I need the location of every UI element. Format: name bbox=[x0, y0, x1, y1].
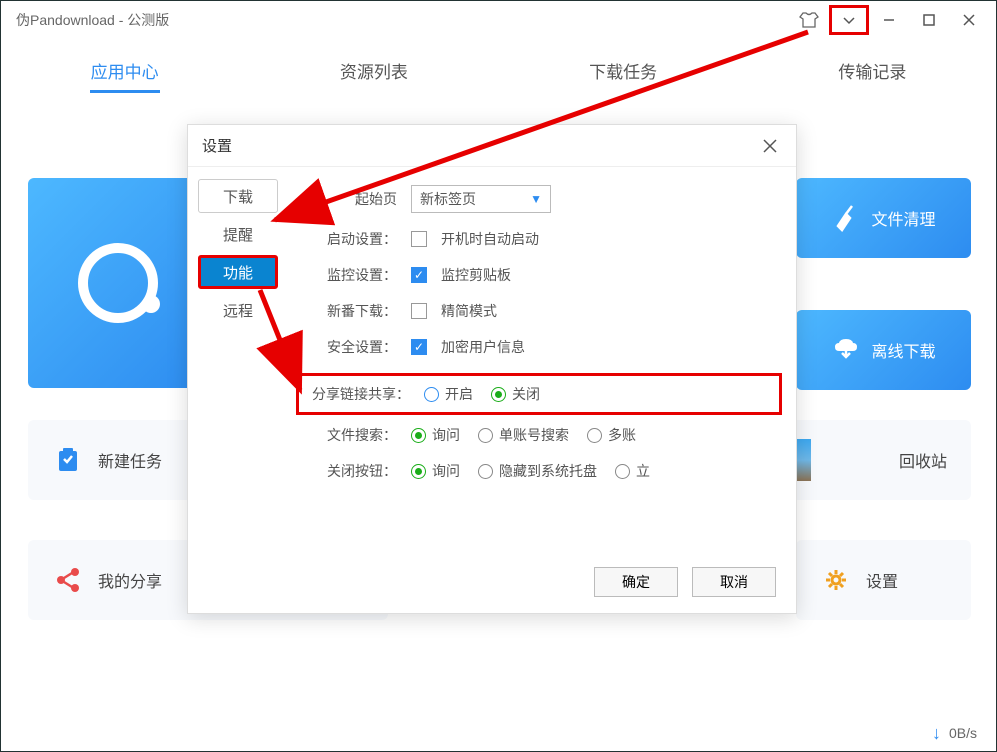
my-share-label: 我的分享 bbox=[98, 568, 162, 592]
close-tray-radio[interactable] bbox=[478, 464, 493, 479]
ok-button[interactable]: 确定 bbox=[594, 567, 678, 597]
main-tabs: 应用中心 资源列表 下载任务 传输记录 bbox=[0, 40, 997, 93]
dropdown-icon[interactable] bbox=[829, 5, 869, 35]
skin-icon[interactable] bbox=[789, 5, 829, 35]
start-page-label: 起始页 bbox=[302, 189, 397, 209]
dialog-tab-reminder[interactable]: 提醒 bbox=[198, 217, 278, 251]
settings-dialog: 设置 下载 提醒 功能 远程 起始页 新标签页 ▼ 启动设置： 开机时自动启 bbox=[187, 124, 797, 614]
newfan-label: 新番下载： bbox=[302, 301, 397, 321]
statusbar: ↓ 0B/s bbox=[0, 714, 997, 752]
file-search-single-label: 单账号搜索 bbox=[499, 425, 569, 445]
gear-icon bbox=[820, 564, 852, 596]
search-card[interactable] bbox=[28, 178, 208, 388]
tab-app-center[interactable]: 应用中心 bbox=[0, 48, 249, 93]
download-speed-icon: ↓ bbox=[932, 723, 941, 744]
recycle-label: 回收站 bbox=[899, 448, 947, 472]
monitor-option: 监控剪贴板 bbox=[441, 265, 511, 285]
dialog-close-icon[interactable] bbox=[758, 134, 782, 158]
titlebar: 伪Pandownload - 公测版 bbox=[0, 0, 997, 40]
dialog-sidebar: 下载 提醒 功能 远程 bbox=[188, 167, 288, 613]
broom-icon bbox=[831, 203, 861, 233]
dialog-tab-download[interactable]: 下载 bbox=[198, 179, 278, 213]
dialog-tab-remote[interactable]: 远程 bbox=[198, 293, 278, 327]
security-option: 加密用户信息 bbox=[441, 337, 525, 357]
close-icon[interactable] bbox=[949, 5, 989, 35]
maximize-icon[interactable] bbox=[909, 5, 949, 35]
file-cleanup-label: 文件清理 bbox=[871, 206, 935, 230]
startup-label: 启动设置： bbox=[302, 229, 397, 249]
file-search-single-radio[interactable] bbox=[478, 428, 493, 443]
close-exit-radio[interactable] bbox=[615, 464, 630, 479]
tab-resource-list[interactable]: 资源列表 bbox=[249, 48, 498, 93]
settings-button[interactable]: 设置 bbox=[796, 540, 971, 620]
share-off-label: 关闭 bbox=[512, 384, 540, 404]
file-search-ask-radio[interactable] bbox=[411, 428, 426, 443]
close-ask-label: 询问 bbox=[432, 461, 460, 481]
close-exit-label: 立 bbox=[636, 461, 650, 481]
cancel-button[interactable]: 取消 bbox=[692, 567, 776, 597]
dialog-header: 设置 bbox=[188, 125, 796, 167]
file-search-multi-radio[interactable] bbox=[587, 428, 602, 443]
minimize-icon[interactable] bbox=[869, 5, 909, 35]
close-btn-label: 关闭按钮： bbox=[302, 461, 397, 481]
share-off-radio[interactable] bbox=[491, 387, 506, 402]
tab-download-tasks[interactable]: 下载任务 bbox=[499, 48, 748, 93]
startup-option: 开机时自动启动 bbox=[441, 229, 539, 249]
newfan-option: 精简模式 bbox=[441, 301, 497, 321]
dialog-content: 起始页 新标签页 ▼ 启动设置： 开机时自动启动 监控设置： ✓ 监控剪贴板 新… bbox=[288, 167, 796, 613]
offline-download-card[interactable]: 离线下载 bbox=[796, 310, 971, 390]
file-search-ask-label: 询问 bbox=[432, 425, 460, 445]
start-page-select[interactable]: 新标签页 ▼ bbox=[411, 185, 551, 213]
close-tray-label: 隐藏到系统托盘 bbox=[499, 461, 597, 481]
file-search-label: 文件搜索： bbox=[302, 425, 397, 445]
new-task-label: 新建任务 bbox=[98, 448, 162, 472]
download-speed: 0B/s bbox=[949, 725, 977, 741]
file-cleanup-card[interactable]: 文件清理 bbox=[796, 178, 971, 258]
settings-label: 设置 bbox=[866, 568, 898, 592]
monitor-label: 监控设置： bbox=[302, 265, 397, 285]
newfan-checkbox[interactable] bbox=[411, 303, 427, 319]
security-checkbox[interactable]: ✓ bbox=[411, 339, 427, 355]
share-icon bbox=[52, 564, 84, 596]
share-on-label: 开启 bbox=[445, 384, 473, 404]
startup-checkbox[interactable] bbox=[411, 231, 427, 247]
share-label: 分享链接共享： bbox=[305, 384, 410, 404]
start-page-value: 新标签页 bbox=[420, 189, 476, 209]
security-label: 安全设置： bbox=[302, 337, 397, 357]
dialog-tab-function[interactable]: 功能 bbox=[198, 255, 278, 289]
cloud-download-icon bbox=[831, 335, 861, 365]
clipboard-icon bbox=[52, 444, 84, 476]
offline-download-label: 离线下载 bbox=[871, 338, 935, 362]
dialog-title: 设置 bbox=[202, 135, 232, 156]
search-icon bbox=[78, 243, 158, 323]
close-ask-radio[interactable] bbox=[411, 464, 426, 479]
window-title: 伪Pandownload - 公测版 bbox=[8, 10, 169, 30]
tab-transfer-log[interactable]: 传输记录 bbox=[748, 48, 997, 93]
chevron-down-icon: ▼ bbox=[530, 192, 542, 206]
monitor-checkbox[interactable]: ✓ bbox=[411, 267, 427, 283]
share-on-radio[interactable] bbox=[424, 387, 439, 402]
file-search-multi-label: 多账 bbox=[608, 425, 636, 445]
